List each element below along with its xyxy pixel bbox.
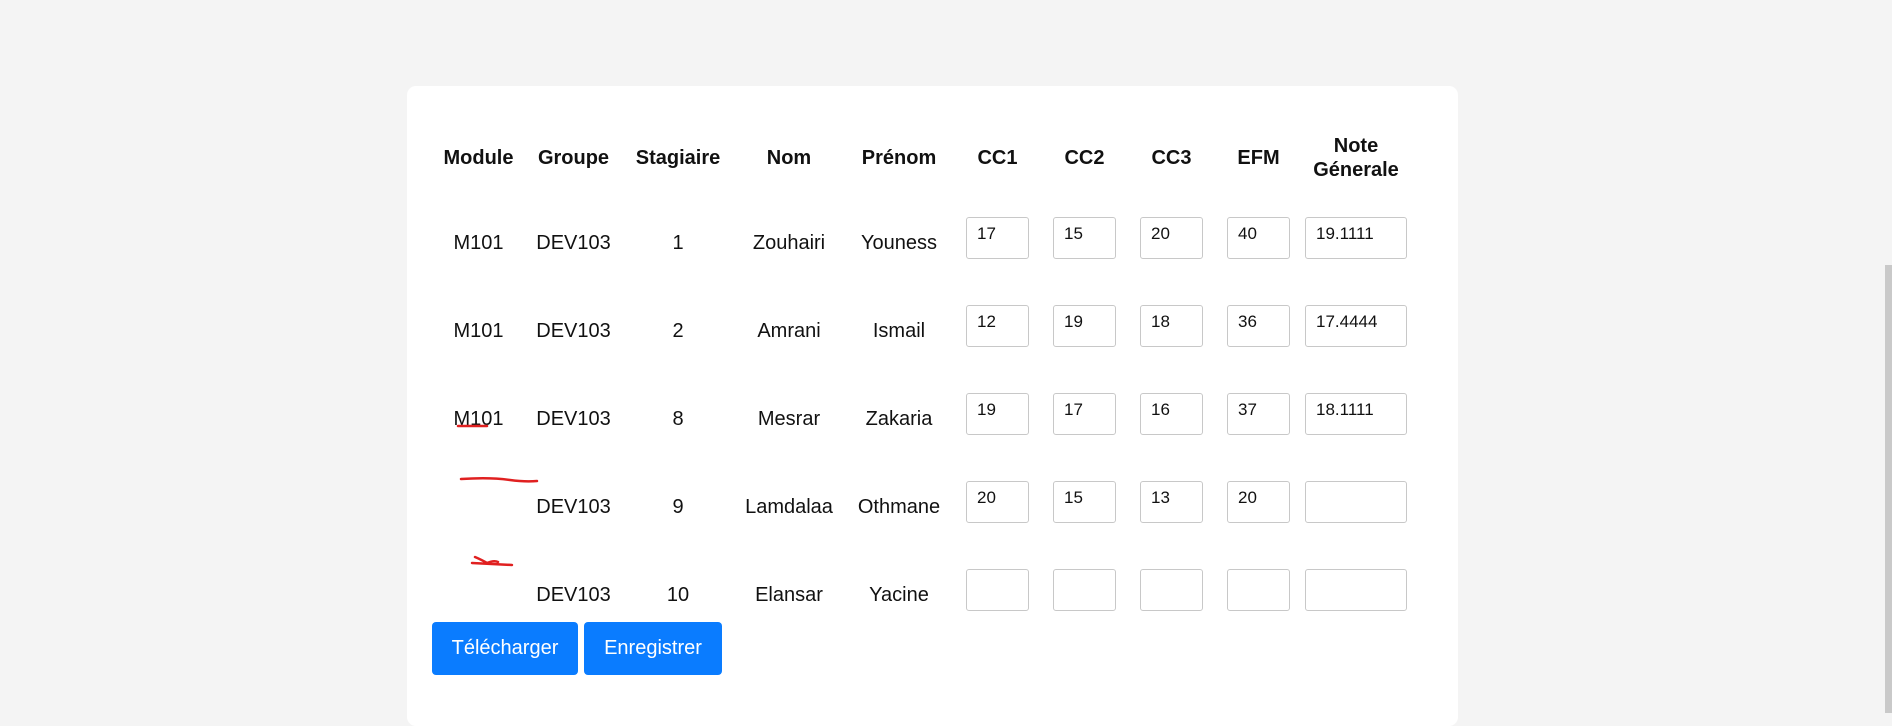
cell-note — [1302, 282, 1410, 370]
cell-cc1 — [954, 370, 1041, 458]
cell-cc2 — [1041, 282, 1128, 370]
cell-stagiaire: 2 — [672, 319, 684, 342]
table-row: DEV103 10 Elansar Yacine — [432, 546, 1410, 634]
cc2-input[interactable] — [1053, 481, 1116, 523]
efm-input[interactable] — [1227, 393, 1290, 435]
cell-prenom: Othmane — [857, 495, 941, 518]
cell-cc3 — [1128, 194, 1215, 282]
cell-cc3 — [1128, 458, 1215, 546]
cell-cc1 — [954, 458, 1041, 546]
header-efm: EFM — [1237, 147, 1280, 169]
cell-nom: Lamdalaa — [745, 495, 833, 518]
cell-stagiaire: 10 — [666, 583, 690, 606]
cell-cc2 — [1041, 370, 1128, 458]
header-module: Module — [443, 147, 514, 169]
cell-nom: Zouhairi — [752, 231, 826, 254]
header-note-line2: Génerale — [1313, 159, 1399, 181]
cell-prenom: Zakaria — [865, 407, 933, 430]
save-button[interactable]: Enregistrer — [584, 622, 722, 675]
table-header-row: Module Groupe Stagiaire Nom Prénom CC1 C… — [432, 122, 1410, 194]
cell-groupe: DEV103 — [536, 407, 611, 430]
cell-cc2 — [1041, 194, 1128, 282]
cell-cc3 — [1128, 546, 1215, 634]
cell-module — [432, 458, 525, 546]
cell-cc3 — [1128, 370, 1215, 458]
cell-module: M101 — [453, 231, 504, 254]
cell-note — [1302, 458, 1410, 546]
note-generale-input[interactable] — [1305, 569, 1407, 611]
cell-groupe: DEV103 — [536, 495, 611, 518]
cell-module — [432, 546, 525, 634]
cell-module: M101 — [453, 319, 504, 342]
cell-prenom: Yacine — [869, 583, 929, 606]
cc2-input[interactable] — [1053, 305, 1116, 347]
cell-cc2 — [1041, 458, 1128, 546]
grades-table: Module Groupe Stagiaire Nom Prénom CC1 C… — [432, 122, 1410, 634]
cc2-input[interactable] — [1053, 569, 1116, 611]
efm-input[interactable] — [1227, 217, 1290, 259]
cell-nom: Elansar — [755, 583, 823, 606]
cell-efm — [1215, 458, 1302, 546]
cc3-input[interactable] — [1140, 305, 1203, 347]
cell-cc1 — [954, 194, 1041, 282]
efm-input[interactable] — [1227, 569, 1290, 611]
note-generale-input[interactable] — [1305, 217, 1407, 259]
cc1-input[interactable] — [966, 305, 1029, 347]
cc3-input[interactable] — [1140, 481, 1203, 523]
table-row: M101 DEV103 2 Amrani Ismail — [432, 282, 1410, 370]
header-cc3: CC3 — [1151, 147, 1192, 169]
cell-module: M101 — [453, 407, 504, 430]
cell-cc3 — [1128, 282, 1215, 370]
header-note-generale: Note Génerale — [1302, 122, 1410, 194]
table-row: DEV103 9 Lamdalaa Othmane — [432, 458, 1410, 546]
cc3-input[interactable] — [1140, 393, 1203, 435]
cell-efm — [1215, 370, 1302, 458]
cell-note — [1302, 546, 1410, 634]
cc1-input[interactable] — [966, 569, 1029, 611]
cc1-input[interactable] — [966, 217, 1029, 259]
cell-cc2 — [1041, 546, 1128, 634]
header-prenom: Prénom — [861, 147, 937, 169]
cell-stagiaire: 9 — [672, 495, 684, 518]
cell-stagiaire: 8 — [672, 407, 684, 430]
cell-groupe: DEV103 — [536, 319, 611, 342]
cell-cc1 — [954, 546, 1041, 634]
cell-note — [1302, 370, 1410, 458]
cell-efm — [1215, 282, 1302, 370]
cell-nom: Mesrar — [757, 407, 821, 430]
table-row: M101 DEV103 1 Zouhairi Youness — [432, 194, 1410, 282]
cc1-input[interactable] — [966, 481, 1029, 523]
scrollbar[interactable] — [1885, 265, 1892, 713]
efm-input[interactable] — [1227, 481, 1290, 523]
header-groupe: Groupe — [537, 147, 610, 169]
cc3-input[interactable] — [1140, 217, 1203, 259]
header-nom: Nom — [766, 147, 812, 169]
note-generale-input[interactable] — [1305, 481, 1407, 523]
cell-note — [1302, 194, 1410, 282]
cell-prenom: Youness — [861, 231, 937, 254]
cc1-input[interactable] — [966, 393, 1029, 435]
cc3-input[interactable] — [1140, 569, 1203, 611]
cell-groupe: DEV103 — [536, 583, 611, 606]
header-stagiaire: Stagiaire — [635, 147, 721, 169]
efm-input[interactable] — [1227, 305, 1290, 347]
header-cc2: CC2 — [1064, 147, 1105, 169]
cc2-input[interactable] — [1053, 217, 1116, 259]
cell-prenom: Ismail — [872, 319, 926, 342]
cell-stagiaire: 1 — [672, 231, 684, 254]
grades-card: Module Groupe Stagiaire Nom Prénom CC1 C… — [407, 86, 1458, 726]
cell-nom: Amrani — [757, 319, 821, 342]
note-generale-input[interactable] — [1305, 393, 1407, 435]
cell-groupe: DEV103 — [536, 231, 611, 254]
cell-efm — [1215, 546, 1302, 634]
note-generale-input[interactable] — [1305, 305, 1407, 347]
header-note-line1: Note — [1333, 135, 1379, 157]
cc2-input[interactable] — [1053, 393, 1116, 435]
cell-cc1 — [954, 282, 1041, 370]
table-row: M101 DEV103 8 Mesrar Zakaria — [432, 370, 1410, 458]
header-cc1: CC1 — [977, 147, 1018, 169]
cell-efm — [1215, 194, 1302, 282]
download-button[interactable]: Télécharger — [432, 622, 578, 675]
